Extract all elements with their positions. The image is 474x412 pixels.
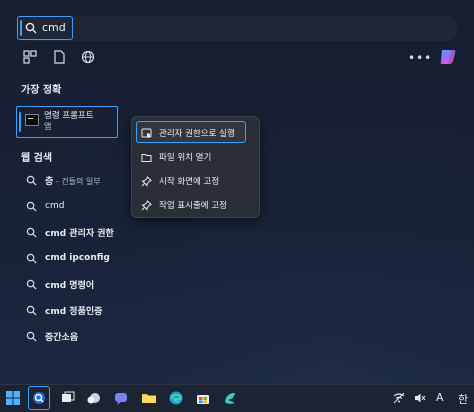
swirl-app-icon <box>225 393 235 404</box>
search-icon <box>26 201 37 212</box>
edge-browser-button[interactable] <box>166 388 186 408</box>
search-icon <box>26 253 37 264</box>
selection-accent <box>19 112 21 132</box>
globe-icon[interactable] <box>81 50 95 64</box>
menu-item-open-file-location[interactable]: 파일 위치 열기 <box>132 147 261 167</box>
edge-icon <box>169 391 183 405</box>
copilot-icon[interactable] <box>438 47 458 67</box>
web-result-item[interactable]: cmd 관리자 권한 <box>26 223 114 241</box>
search-icon <box>33 392 45 404</box>
web-result-item[interactable]: cmd ipconfig <box>26 249 110 267</box>
web-result-term: cmd 명령어 <box>45 280 95 291</box>
web-result-item[interactable]: cmd <box>26 197 64 215</box>
web-result-term: cmd ipconfig <box>45 253 110 263</box>
file-explorer-button[interactable] <box>139 388 159 408</box>
menu-item-pin-to-taskbar[interactable]: 작업 표시줄에 고정 <box>132 195 261 215</box>
search-icon <box>26 227 37 238</box>
volume-muted-icon[interactable] <box>414 392 426 404</box>
web-result-term: cmd 관리자 권한 <box>45 228 114 239</box>
input-mode-indicator[interactable]: A <box>436 391 444 404</box>
search-icon <box>26 279 37 290</box>
web-result-suffix: - 건들의 일부 <box>53 176 101 186</box>
store-icon <box>197 395 209 404</box>
more-options-button[interactable]: ••• <box>408 51 432 65</box>
task-view-button[interactable] <box>58 388 78 408</box>
search-icon <box>26 175 37 186</box>
task-view-icon <box>62 391 75 402</box>
menu-item-highlight <box>136 121 246 143</box>
document-icon[interactable] <box>52 50 66 64</box>
store-button[interactable] <box>193 388 213 408</box>
folder-icon <box>141 153 152 162</box>
chat-icon <box>115 393 127 405</box>
text-caret <box>20 20 22 36</box>
best-match-type: 앱 <box>44 122 52 131</box>
app-button[interactable] <box>220 388 240 408</box>
menu-item-pin-to-start[interactable]: 시작 화면에 고정 <box>132 171 261 191</box>
best-match-label: 명령 프롬프트 <box>44 111 94 121</box>
taskbar-search-button[interactable] <box>29 388 49 408</box>
web-result-term: cmd 정품인증 <box>45 306 103 317</box>
search-icon <box>26 331 37 342</box>
command-prompt-icon <box>25 114 39 126</box>
teams-chat-button[interactable] <box>111 388 131 408</box>
web-result-item[interactable]: 증간소음 <box>26 327 78 345</box>
web-result-item[interactable]: 층 - 건들의 일부 <box>26 171 101 189</box>
search-bar[interactable] <box>16 16 458 41</box>
search-input[interactable]: cmd <box>42 21 66 34</box>
search-icon <box>26 305 37 316</box>
weather-icon <box>87 393 100 404</box>
web-result-item[interactable]: cmd 정품인증 <box>26 301 102 319</box>
best-match-heading: 가장 정확 <box>21 85 62 96</box>
start-button[interactable] <box>3 388 23 408</box>
windows-icon <box>6 391 20 405</box>
web-result-item[interactable]: cmd 명령어 <box>26 275 94 293</box>
pin-icon <box>141 199 152 211</box>
apps-grid-icon[interactable] <box>23 50 37 64</box>
web-result-term: cmd <box>45 201 65 211</box>
search-icon <box>25 22 37 34</box>
network-icon[interactable] <box>393 392 405 404</box>
pin-icon <box>141 175 152 187</box>
web-result-term: 증간소음 <box>45 332 79 343</box>
ime-language-indicator[interactable]: 한 <box>458 391 468 407</box>
folder-icon <box>142 394 156 403</box>
web-search-heading: 웹 검색 <box>21 153 53 164</box>
widgets-button[interactable] <box>84 388 104 408</box>
